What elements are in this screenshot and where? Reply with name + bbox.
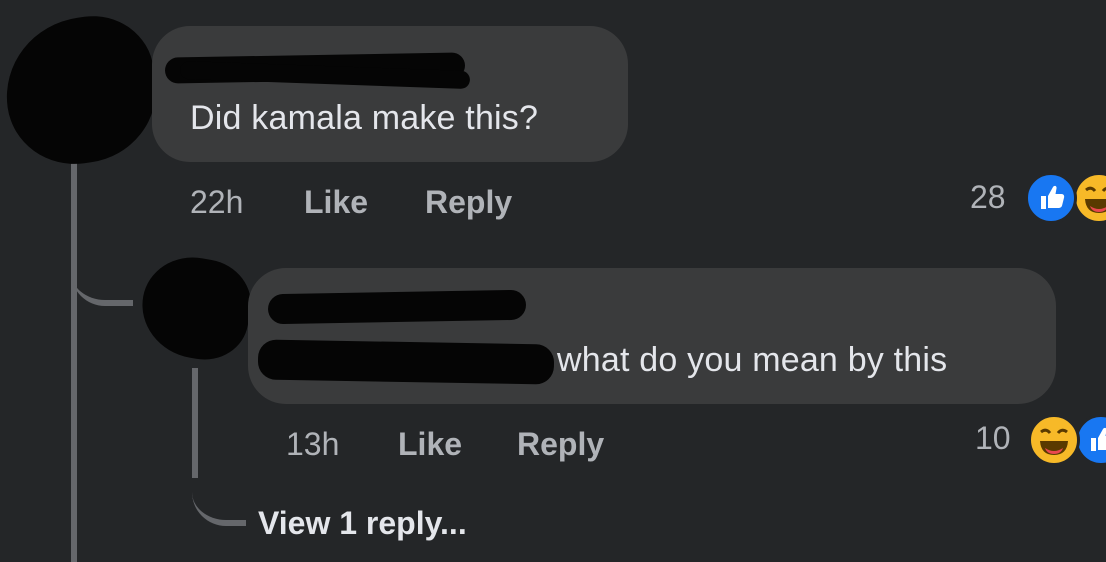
- comment-reply-button[interactable]: Reply: [425, 184, 512, 221]
- view-replies-link[interactable]: View 1 reply...: [258, 505, 467, 542]
- reply-timestamp[interactable]: 13h: [286, 426, 339, 463]
- avatar[interactable]: [0, 8, 166, 173]
- like-icon[interactable]: [1025, 172, 1077, 224]
- reply-like-button[interactable]: Like: [398, 426, 462, 463]
- reply-author-name[interactable]: [267, 289, 527, 325]
- reply-bubble: [248, 268, 1056, 404]
- reply-text: what do you mean by this: [557, 341, 948, 379]
- haha-icon[interactable]: [1073, 172, 1106, 224]
- mention-tag[interactable]: [257, 339, 555, 385]
- thread-curve-view-more: [192, 440, 246, 526]
- haha-icon[interactable]: [1028, 414, 1080, 466]
- comment-bubble: [152, 26, 628, 162]
- comment-text: Did kamala make this?: [190, 99, 539, 137]
- reply-reply-button[interactable]: Reply: [517, 426, 604, 463]
- comment-like-button[interactable]: Like: [304, 184, 368, 221]
- reply-reaction-count[interactable]: 10: [975, 420, 1011, 457]
- comment-reaction-count[interactable]: 28: [970, 179, 1006, 216]
- comment-thread: Did kamala make this? 22h Like Reply 28 …: [0, 0, 1106, 562]
- thread-curve-reply: [71, 220, 133, 306]
- reply-avatar[interactable]: [134, 249, 258, 367]
- comment-timestamp[interactable]: 22h: [190, 184, 243, 221]
